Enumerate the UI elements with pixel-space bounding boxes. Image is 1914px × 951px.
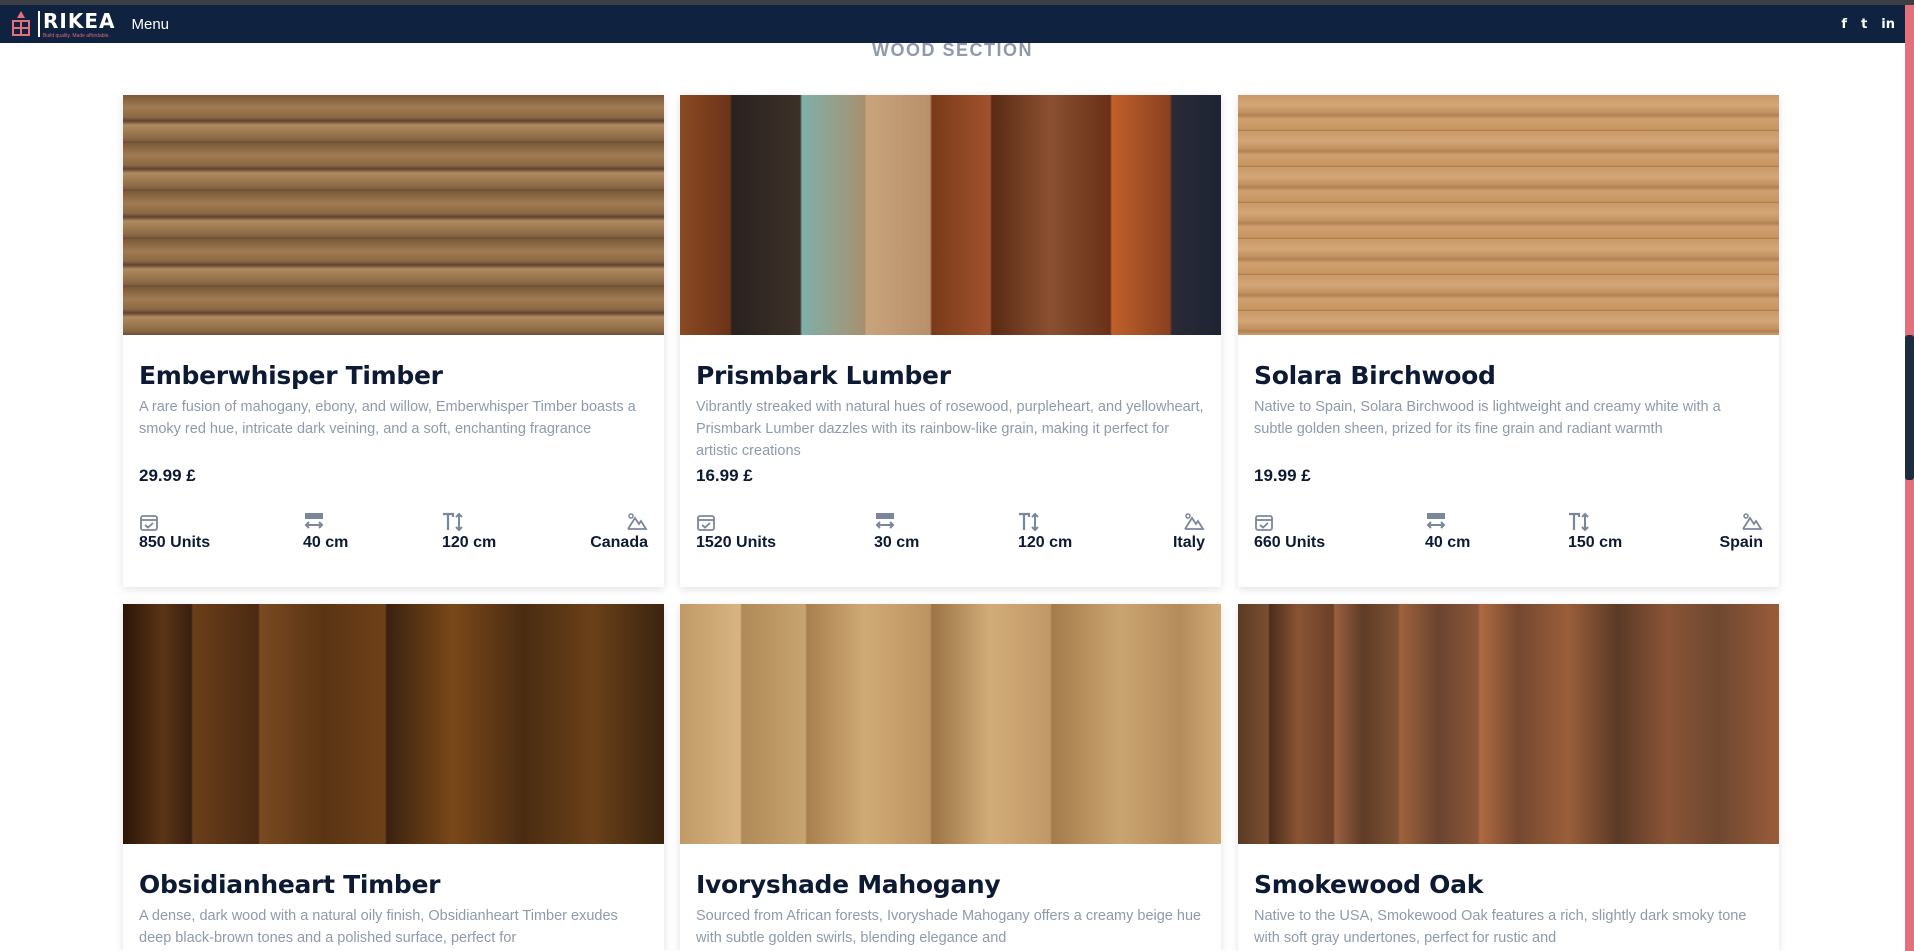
product-description: Sourced from African forests, Ivoryshade… — [696, 908, 1202, 946]
spec-width: 40 cm — [303, 512, 348, 552]
spec-height-value: 120 cm — [1018, 534, 1073, 551]
product-card[interactable]: Solara Birchwood Native to Spain, Solara… — [1238, 95, 1779, 587]
product-specs: 850 Units 40 cm 120 cm Canada — [139, 512, 648, 574]
product-image — [123, 604, 664, 844]
spec-units: 850 Units — [139, 512, 210, 552]
product-card[interactable]: Emberwhisper Timber A rare fusion of mah… — [123, 95, 664, 587]
text-height-icon — [1569, 512, 1589, 532]
product-card[interactable]: Prismbark Lumber Vibrantly streaked with… — [680, 95, 1221, 587]
spec-height: 120 cm — [442, 512, 496, 552]
product-image — [1238, 604, 1779, 844]
menu-button[interactable]: Menu — [131, 16, 169, 33]
facebook-icon[interactable]: f — [1841, 17, 1847, 32]
spec-height-value: 150 cm — [1568, 534, 1623, 551]
width-arrows-icon — [304, 513, 324, 529]
product-description: A rare fusion of mahogany, ebony, and wi… — [139, 399, 636, 437]
product-card[interactable]: Smokewood Oak Native to the USA, Smokewo… — [1238, 604, 1779, 951]
product-image — [123, 95, 664, 335]
width-arrows-icon — [1426, 513, 1446, 529]
spec-width-value: 30 cm — [874, 534, 920, 551]
spec-origin-value: Spain — [1719, 534, 1763, 551]
width-arrows-icon — [875, 513, 895, 529]
product-image — [680, 95, 1221, 335]
section-title: WOOD SECTION — [872, 40, 1033, 60]
scrollbar-track[interactable] — [1905, 5, 1914, 951]
product-description: Vibrantly streaked with natural hues of … — [696, 399, 1204, 459]
spec-height: 120 cm — [1018, 512, 1072, 552]
calendar-icon — [1255, 515, 1273, 531]
logo-divider — [38, 11, 40, 37]
mountain-icon — [1184, 513, 1205, 530]
spec-origin: Italy — [1173, 512, 1205, 552]
product-card[interactable]: Ivoryshade Mahogany Sourced from African… — [680, 604, 1221, 951]
spec-origin: Canada — [590, 512, 648, 552]
product-specs: 1520 Units 30 cm 120 cm Italy — [696, 512, 1205, 574]
text-height-icon — [443, 512, 463, 532]
product-title: Ivoryshade Mahogany — [696, 870, 1001, 899]
product-price: 29.99 £ — [139, 466, 196, 485]
spec-width-value: 40 cm — [303, 534, 349, 551]
house-logo-icon — [12, 11, 30, 36]
calendar-icon — [697, 515, 715, 531]
spec-units-value: 850 Units — [139, 534, 211, 551]
linkedin-icon[interactable]: in — [1881, 17, 1895, 32]
product-card[interactable]: Obsidianheart Timber A dense, dark wood … — [123, 604, 664, 951]
spec-units: 1520 Units — [696, 512, 776, 552]
spec-units: 660 Units — [1254, 512, 1325, 552]
twitter-icon[interactable]: t — [1861, 17, 1867, 32]
top-navbar: RIKEA Build quality. Made affordable. Me… — [0, 5, 1905, 43]
product-price: 16.99 £ — [696, 466, 753, 485]
mountain-icon — [1742, 513, 1763, 530]
product-description: A dense, dark wood with a natural oily f… — [139, 908, 618, 946]
product-title: Obsidianheart Timber — [139, 870, 441, 899]
text-height-icon — [1019, 512, 1039, 532]
product-price: 19.99 £ — [1254, 466, 1311, 485]
spec-origin-value: Canada — [590, 534, 648, 551]
social-links: f t in — [1841, 5, 1895, 43]
spec-height: 150 cm — [1568, 512, 1622, 552]
spec-width: 30 cm — [874, 512, 919, 552]
brand-tagline: Build quality. Made affordable. — [43, 32, 110, 39]
product-title: Smokewood Oak — [1254, 870, 1484, 899]
spec-width: 40 cm — [1425, 512, 1470, 552]
product-title: Prismbark Lumber — [696, 361, 951, 390]
brand-logo[interactable]: RIKEA Build quality. Made affordable. — [8, 5, 115, 43]
product-title: Emberwhisper Timber — [139, 361, 443, 390]
product-image — [680, 604, 1221, 844]
calendar-icon — [140, 515, 158, 531]
brand-name: RIKEA — [43, 8, 116, 33]
product-specs: 660 Units 40 cm 150 cm Spain — [1254, 512, 1763, 574]
mountain-icon — [627, 513, 648, 530]
spec-origin: Spain — [1719, 512, 1763, 552]
product-image — [1238, 95, 1779, 335]
product-description: Native to Spain, Solara Birchwood is lig… — [1254, 399, 1721, 437]
spec-units-value: 1520 Units — [696, 534, 777, 551]
spec-units-value: 660 Units — [1254, 534, 1326, 551]
scrollbar-thumb[interactable] — [1905, 335, 1914, 480]
product-description: Native to the USA, Smokewood Oak feature… — [1254, 908, 1747, 946]
product-title: Solara Birchwood — [1254, 361, 1496, 390]
spec-origin-value: Italy — [1172, 534, 1205, 551]
spec-height-value: 120 cm — [442, 534, 497, 551]
spec-width-value: 40 cm — [1425, 534, 1471, 551]
